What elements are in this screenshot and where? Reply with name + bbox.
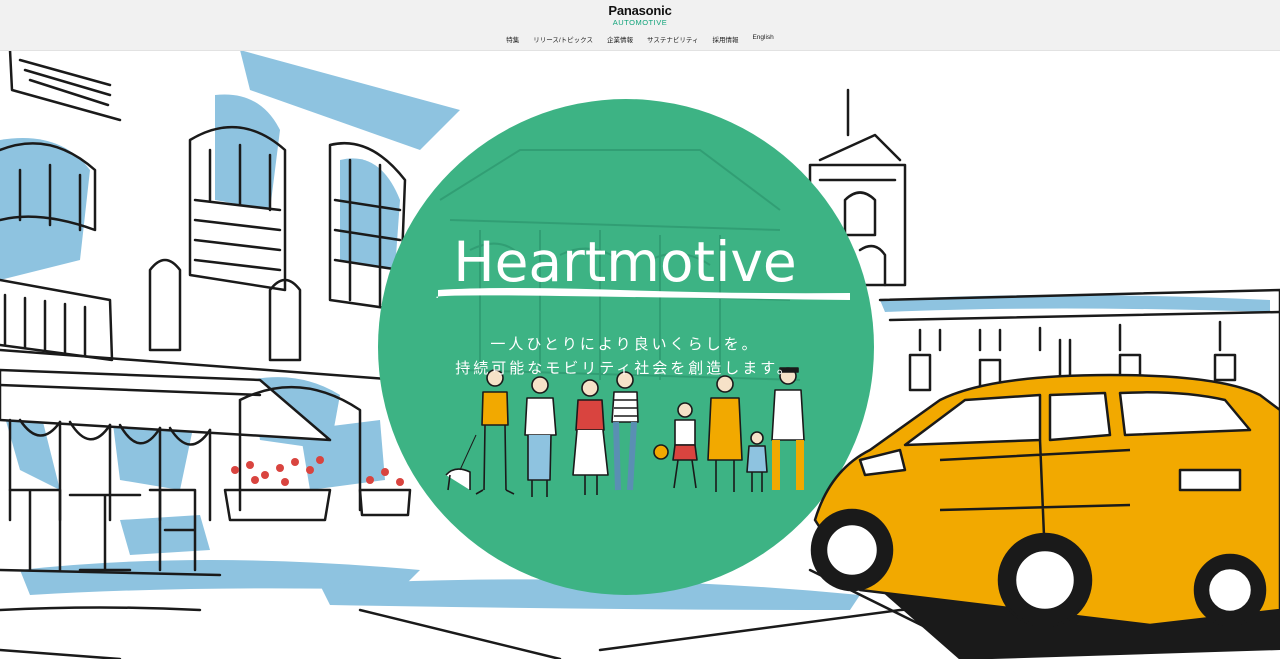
hero-title: Heartmotive (453, 230, 797, 294)
logo-sub-text: AUTOMOTIVE (612, 18, 668, 27)
site-header: Panasonic AUTOMOTIVE 特集 リリース/トピックス 企業情報 … (0, 0, 1280, 51)
hero-text-block: Heartmotive 一人ひとりにより良いくらしを。 持続可能なモビリティ社会… (380, 235, 870, 380)
roofline (8, 50, 122, 122)
hero-section: Heartmotive 一人ひとりにより良いくらしを。 持続可能なモビリティ社会… (0, 50, 1280, 659)
nav-item-sustainability[interactable]: サステナビリティ (647, 34, 698, 44)
logo-main-text: Panasonic (608, 3, 672, 18)
hero-tagline: 一人ひとりにより良いくらしを。 持続可能なモビリティ社会を創造します。 (380, 332, 870, 380)
tagline-line-2: 持続可能なモビリティ社会を創造します。 (455, 359, 795, 377)
global-nav: 特集 リリース/トピックス 企業情報 サステナビリティ 採用情報 English (0, 34, 1280, 44)
nav-item-english[interactable]: English (752, 34, 773, 44)
nav-item-feature[interactable]: 特集 (506, 34, 519, 44)
nav-item-company[interactable]: 企業情報 (607, 34, 633, 44)
nav-item-releases-topics[interactable]: リリース/トピックス (533, 34, 593, 44)
panasonic-automotive-logo[interactable]: Panasonic AUTOMOTIVE (0, 4, 1280, 27)
yellow-car-illustration (810, 373, 1280, 659)
tagline-line-1: 一人ひとりにより良いくらしを。 (490, 335, 760, 353)
nav-item-careers[interactable]: 採用情報 (712, 34, 738, 44)
